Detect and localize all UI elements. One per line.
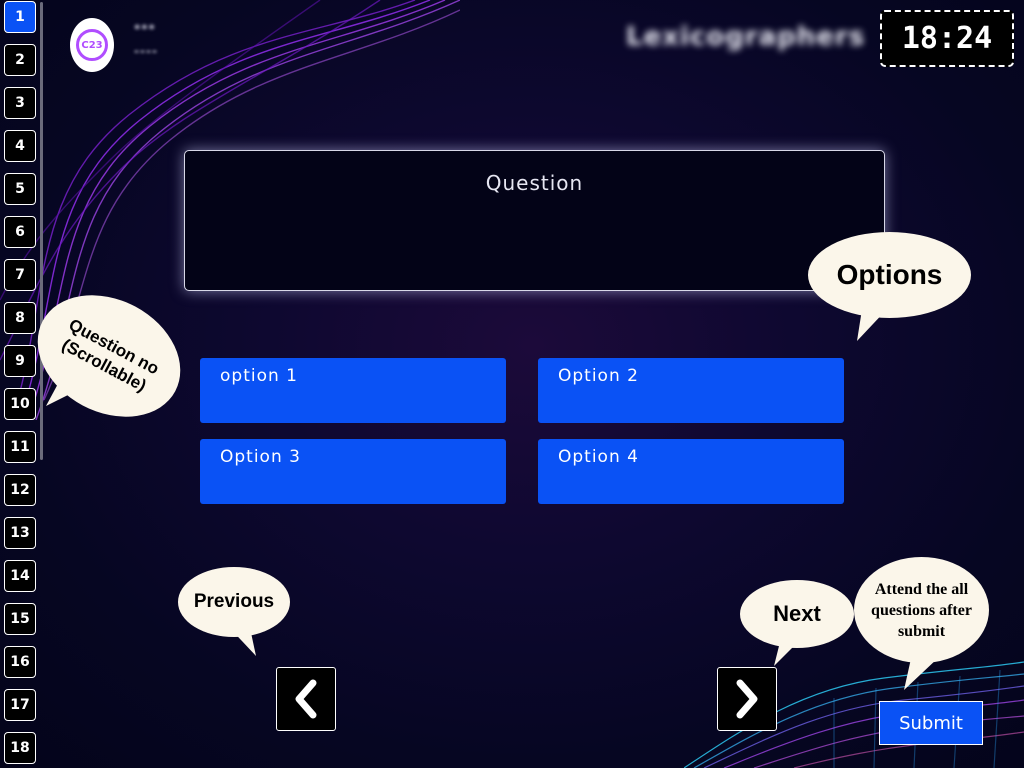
- submit-button[interactable]: Submit: [879, 701, 983, 745]
- question-number-list[interactable]: 1 2 3 4 5 6 7 8 9 10 11 12 13 14 15 16 1…: [0, 0, 44, 768]
- callout-next-text: Next: [740, 580, 854, 648]
- question-number-9[interactable]: 9: [4, 345, 36, 377]
- previous-button[interactable]: [276, 667, 336, 731]
- question-number-1[interactable]: 1: [4, 1, 36, 33]
- question-number-8[interactable]: 8: [4, 302, 36, 334]
- question-number-3[interactable]: 3: [4, 87, 36, 119]
- callout-options-text: Options: [808, 232, 971, 318]
- question-number-5[interactable]: 5: [4, 173, 36, 205]
- callout-submit-hint-text: Attend the all questions after submit: [854, 557, 989, 663]
- question-text: Question: [485, 171, 584, 195]
- option-2-button[interactable]: Option 2: [538, 358, 844, 423]
- option-3-button[interactable]: Option 3: [200, 439, 506, 504]
- chevron-right-icon: [736, 679, 758, 719]
- user-id-blurred: ----: [134, 44, 158, 58]
- user-name-blurred: ***: [134, 22, 156, 36]
- question-number-18[interactable]: 18: [4, 732, 36, 764]
- question-number-11[interactable]: 11: [4, 431, 36, 463]
- question-number-13[interactable]: 13: [4, 517, 36, 549]
- question-number-6[interactable]: 6: [4, 216, 36, 248]
- option-1-button[interactable]: option 1: [200, 358, 506, 423]
- countdown-timer: 18:24: [880, 10, 1014, 67]
- question-number-4[interactable]: 4: [4, 130, 36, 162]
- next-button[interactable]: [717, 667, 777, 731]
- question-number-7[interactable]: 7: [4, 259, 36, 291]
- question-number-15[interactable]: 15: [4, 603, 36, 635]
- question-number-17[interactable]: 17: [4, 689, 36, 721]
- question-number-12[interactable]: 12: [4, 474, 36, 506]
- question-panel: Question: [184, 150, 885, 291]
- question-number-16[interactable]: 16: [4, 646, 36, 678]
- event-logo: C23: [70, 18, 114, 72]
- logo-mark: C23: [76, 29, 108, 61]
- option-4-button[interactable]: Option 4: [538, 439, 844, 504]
- chevron-left-icon: [295, 679, 317, 719]
- question-number-2[interactable]: 2: [4, 44, 36, 76]
- question-number-14[interactable]: 14: [4, 560, 36, 592]
- question-list-scrollbar[interactable]: [40, 2, 43, 460]
- callout-previous-text: Previous: [178, 567, 290, 637]
- question-number-10[interactable]: 10: [4, 388, 36, 420]
- team-name-blurred: Lexicographers: [626, 22, 866, 52]
